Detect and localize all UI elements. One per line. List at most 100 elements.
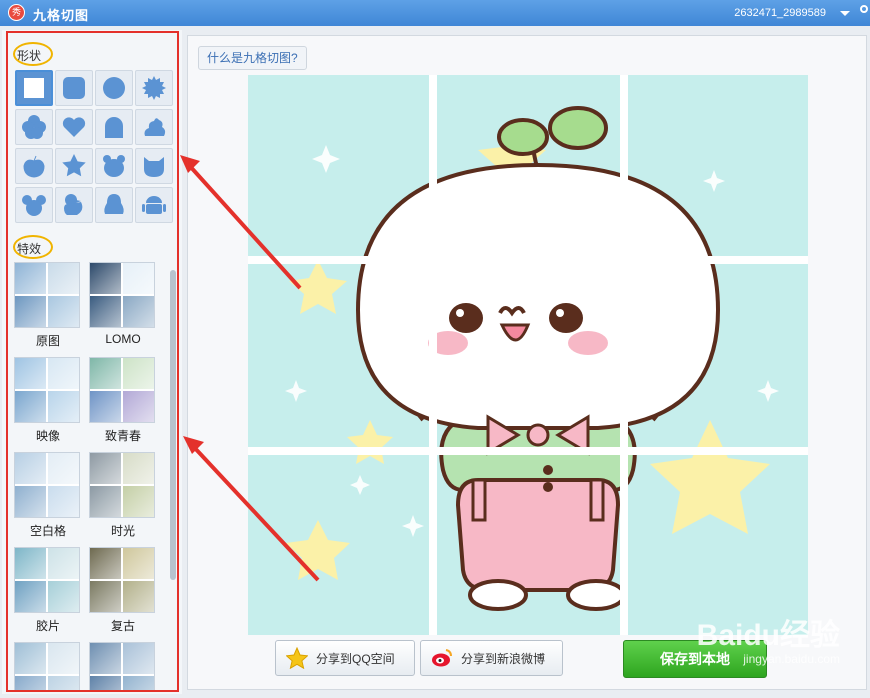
cat-shape-icon [144,157,164,177]
rounded-square-shape-icon [63,77,85,99]
shape-option-flower[interactable] [15,109,53,145]
thumbnail-tile [123,581,154,612]
effect-name: 原图 [35,334,60,348]
shape-option-duck[interactable] [55,187,93,223]
thumbnail-tile [123,643,154,674]
thumbnail-tile [48,263,79,294]
shape-option-mouse[interactable] [15,187,53,223]
shape-option-rounded-square[interactable] [55,70,93,106]
effect-thumbnail [89,642,155,690]
effect-option[interactable] [89,642,157,690]
thumbnail-tile [48,581,79,612]
shape-option-apple[interactable] [15,148,53,184]
thumbnail-tile [90,581,121,612]
thumbnail-tile [90,486,121,517]
square-shape-icon [24,78,44,98]
thumbnail-tile [15,581,46,612]
thumbnail-tile [123,486,154,517]
thumbnail-tile [15,486,46,517]
shape-option-square[interactable] [15,70,53,106]
qzone-star-icon [286,647,308,669]
thumbnail-tile [48,486,79,517]
thumbnail-tile [123,358,154,389]
thumbnail-tile [90,453,121,484]
shape-option-android[interactable] [135,187,173,223]
heart-shape-icon [62,117,86,137]
shape-option-bear[interactable] [95,148,133,184]
grid-line-horizontal [248,447,808,455]
shape-option-star[interactable] [55,148,93,184]
shape-option-arch[interactable] [95,109,133,145]
effect-thumbnail [14,642,80,690]
effects-list: 原图 LOMO 映像 致青春空白格 时光胶片 复古 [10,258,170,690]
share-qzone-button[interactable]: 分享到QQ空间 [275,640,415,676]
search-icon[interactable] [860,5,868,13]
starburst-shape-icon [142,76,166,100]
thumbnail-tile [90,263,121,294]
effect-option[interactable]: 复古 [89,547,157,634]
effect-option[interactable]: 胶片 [14,547,82,634]
share-qzone-label: 分享到QQ空间 [316,651,395,666]
effect-thumbnail [14,547,80,613]
grid-line-vertical [429,75,437,635]
effect-name: 映像 [35,429,60,443]
thumbnail-tile [90,296,121,327]
bear-shape-icon [103,155,125,177]
penguin-shape-icon [104,194,124,214]
shape-option-penguin[interactable] [95,187,133,223]
shape-option-heart[interactable] [55,109,93,145]
grid-line-vertical [620,75,628,635]
flower-shape-icon [22,115,46,139]
effect-option[interactable]: 映像 [14,357,82,444]
effect-name: 时光 [110,524,135,538]
circle-shape-icon [103,77,125,99]
effects-scrollbar[interactable] [170,270,176,580]
effect-option[interactable]: 致青春 [89,357,157,444]
effect-thumbnail [14,357,80,423]
chevron-down-icon[interactable] [840,11,850,16]
effect-option[interactable]: LOMO [89,262,157,346]
effect-name: 致青春 [104,429,141,443]
effect-option[interactable]: 时光 [89,452,157,539]
thumbnail-tile [123,296,154,327]
thumbnail-tile [90,391,121,422]
thumbnail-tile [90,358,121,389]
thumbnail-tile [90,548,121,579]
thumbnail-tile [123,676,154,690]
effect-option[interactable]: 原图 [14,262,82,349]
effect-option[interactable] [14,642,82,690]
thumbnail-tile [123,263,154,294]
effect-name: 胶片 [35,619,60,633]
blob-shape-icon [144,118,166,136]
thumbnail-tile [123,453,154,484]
cartoon-illustration [285,106,779,611]
label-highlight-ring [13,235,53,259]
user-account[interactable]: 2632471_2989589 [734,7,826,19]
grid-line-horizontal [248,256,808,264]
thumbnail-tile [15,453,46,484]
thumbnail-tile [48,676,79,690]
share-weibo-button[interactable]: 分享到新浪微博 [420,640,563,676]
apple-shape-icon [23,155,45,178]
effect-name: 复古 [110,619,135,633]
thumbnail-tile [48,643,79,674]
help-link[interactable]: 什么是九格切图? [198,46,307,70]
star-shape-icon [62,154,86,177]
app-logo-icon: 秀 [8,4,25,21]
effect-option[interactable]: 空白格 [14,452,82,539]
effects-label: 特效 [13,235,53,259]
label-highlight-ring [13,42,53,66]
effect-name: LOMO [105,332,141,346]
thumbnail-tile [123,548,154,579]
share-weibo-label: 分享到新浪微博 [461,651,546,666]
shape-option-blob[interactable] [135,109,173,145]
shapes-label: 形状 [13,42,53,66]
thumbnail-tile [90,643,121,674]
shape-option-starburst[interactable] [135,70,173,106]
shape-option-cat[interactable] [135,148,173,184]
thumbnail-tile [15,263,46,294]
weibo-icon [432,649,452,667]
effect-name: 空白格 [29,524,66,538]
shape-option-circle[interactable] [95,70,133,106]
android-shape-icon [142,196,166,214]
